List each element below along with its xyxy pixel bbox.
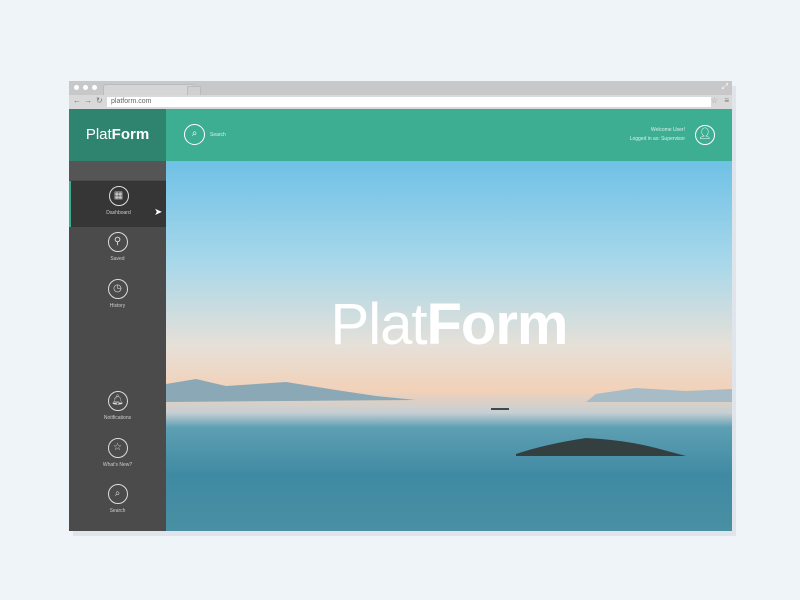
welcome-text: Welcome User!: [650, 127, 685, 133]
close-dot[interactable]: [74, 85, 79, 90]
sidebar: ▦ Dashboard ⚲ Saved ◷ History 🔔︎ Notificatio…: [69, 161, 166, 531]
bookmark-star-icon[interactable]: ☆: [711, 96, 718, 105]
logo-bold: Form: [111, 126, 150, 143]
search-icon: ⌕: [107, 484, 128, 504]
maximize-dot[interactable]: [92, 85, 97, 90]
sidebar-item-label: Dashboard: [106, 210, 131, 216]
sidebar-item-label: Search: [109, 508, 126, 514]
url-input[interactable]: platform.com: [107, 97, 711, 107]
rock-island: [516, 438, 686, 456]
forward-icon[interactable]: →: [84, 96, 92, 105]
logo[interactable]: PlatForm: [69, 109, 166, 161]
title-bar: ⤢: [69, 81, 732, 96]
bell-icon: 🔔︎: [107, 391, 128, 411]
clock-icon: ◷: [107, 279, 128, 299]
minimize-dot[interactable]: [83, 85, 88, 90]
fullscreen-icon[interactable]: ⤢: [722, 82, 728, 92]
sidebar-top-strip: [69, 161, 166, 180]
sidebar-item-history[interactable]: ◷ History: [69, 274, 166, 320]
sidebar-item-dashboard[interactable]: ▦ Dashboard: [69, 181, 166, 227]
mountains: [166, 379, 416, 402]
sidebar-item-notifications[interactable]: 🔔︎ Notifications: [69, 386, 166, 432]
star-icon: ☆: [107, 438, 128, 458]
sidebar-item-label: History: [109, 303, 126, 309]
far-hills: [586, 388, 732, 402]
sidebar-item-label: Saved: [110, 256, 125, 262]
sidebar-item-saved[interactable]: ⚲ Saved: [69, 227, 166, 273]
reload-icon[interactable]: ↻: [96, 96, 103, 105]
back-icon[interactable]: ←: [73, 96, 81, 105]
logged-in-text: Logged in as: Supervisor: [629, 136, 685, 142]
sidebar-item-label: What's New?: [102, 462, 133, 468]
hero-title-light: Plat: [330, 292, 428, 357]
grid-icon: ▦: [108, 186, 129, 206]
logo-light: Plat: [85, 126, 112, 143]
menu-icon[interactable]: ≡: [724, 96, 729, 105]
pin-icon: ⚲: [107, 232, 128, 252]
sidebar-item-whats-new[interactable]: ☆ What's New?: [69, 433, 166, 479]
sidebar-item-label: Notifications: [103, 415, 132, 421]
boat: [491, 408, 509, 410]
mouse-cursor-icon: ➤: [154, 207, 163, 218]
user-avatar-icon[interactable]: 👤︎: [695, 125, 715, 145]
search-icon[interactable]: ⌕: [184, 124, 205, 145]
hero-title-bold: Form: [426, 292, 568, 357]
landscape-illustration: [166, 379, 732, 456]
sidebar-item-search[interactable]: ⌕ Search: [69, 479, 166, 525]
hero-image: PlatForm: [166, 161, 732, 531]
search-label[interactable]: Search: [210, 132, 226, 138]
browser-window: ⤢ ← → ↻ platform.com ☆ ≡ PlatForm ⌕ Sear…: [69, 81, 732, 531]
hero-title: PlatForm: [166, 291, 732, 358]
app-header: PlatForm ⌕ Search Welcome User! Logged i…: [69, 109, 732, 161]
address-bar: ← → ↻ platform.com ☆ ≡: [69, 95, 732, 109]
